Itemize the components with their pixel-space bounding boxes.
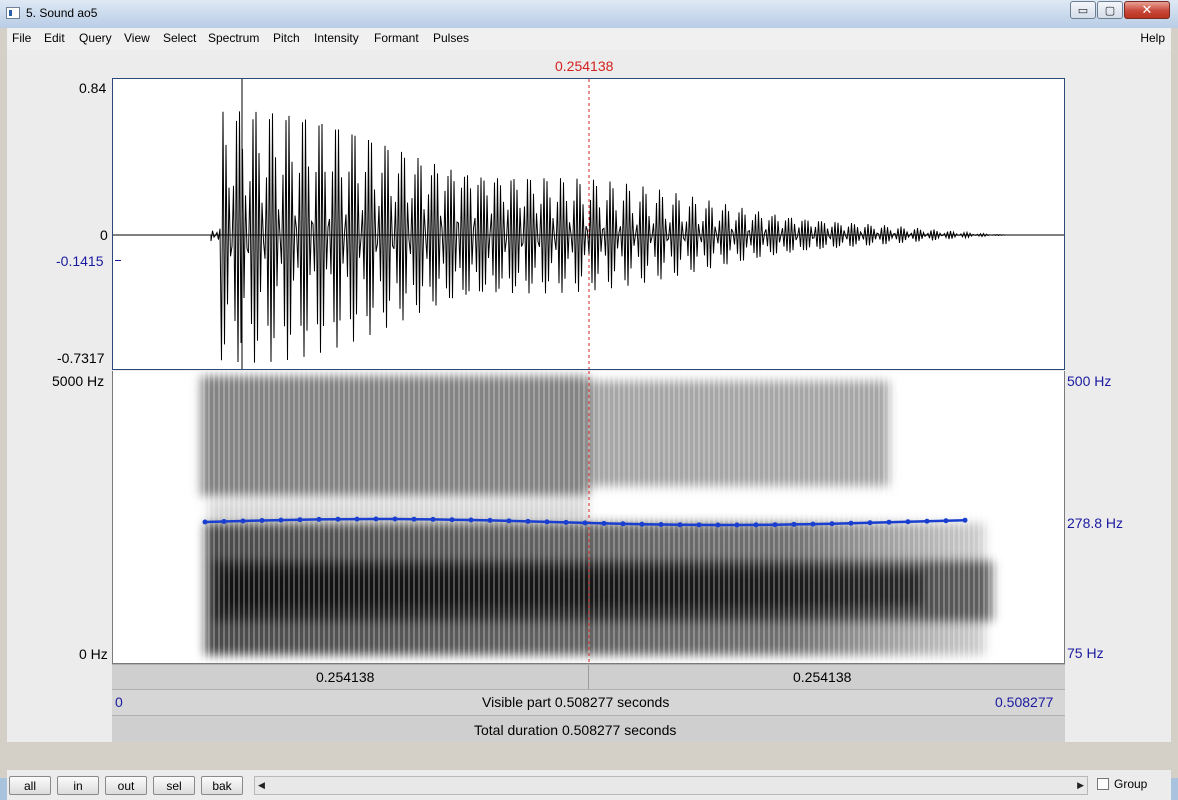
pitch-current-label: 278.8 Hz — [1067, 515, 1124, 531]
wave-cursor-tick — [115, 260, 121, 261]
zoom-out-button[interactable]: out — [105, 776, 147, 795]
pitch-point — [696, 522, 702, 528]
pitch-point — [259, 518, 265, 523]
zoom-in-button[interactable]: in — [57, 776, 99, 795]
left-segment-duration: 0.254138 — [316, 669, 375, 685]
zoom-back-button[interactable]: bak — [201, 776, 243, 795]
pitch-point — [240, 518, 246, 524]
pitch-point — [810, 521, 816, 527]
pitch-point — [544, 519, 550, 525]
visible-part-label: Visible part 0.508277 seconds — [482, 694, 670, 710]
pitch-point — [392, 516, 398, 522]
pitch-point — [202, 519, 208, 525]
wave-ymax-label: 0.84 — [79, 80, 107, 96]
pitch-point — [601, 520, 607, 526]
zoom-sel-button[interactable]: sel — [153, 776, 195, 795]
pitch-point — [582, 520, 588, 526]
segment-bar[interactable]: 0.254138 0.254138 — [112, 664, 1065, 689]
spectrogram-panel[interactable] — [112, 371, 1065, 664]
pitch-point — [506, 518, 512, 524]
pitch-point — [297, 517, 303, 523]
spectrogram-plot — [201, 371, 1021, 663]
visible-part-bar[interactable]: 0 Visible part 0.508277 seconds 0.508277 — [112, 689, 1065, 715]
total-duration-label: Total duration 0.508277 seconds — [474, 722, 677, 738]
editor-area: 0.254138 0.84 0 -0.1415 -0.7317 5000 Hz … — [7, 50, 1171, 742]
group-label: Group — [1114, 777, 1148, 791]
pitch-point — [943, 518, 949, 524]
pitch-bottom-label: 75 Hz — [1067, 645, 1104, 661]
pitch-point — [639, 521, 645, 527]
pitch-point — [563, 519, 569, 525]
visible-start: 0 — [115, 694, 123, 710]
pitch-point — [278, 517, 284, 523]
group-option[interactable]: Group — [1097, 777, 1147, 791]
pitch-point — [430, 516, 436, 522]
waveform-panel[interactable] — [112, 78, 1065, 370]
scroll-left-icon[interactable]: ◀ — [258, 780, 265, 791]
pitch-point — [354, 516, 360, 522]
pitch-point — [791, 521, 797, 527]
pitch-point — [335, 516, 341, 522]
striation-overlay — [201, 371, 1021, 663]
pitch-point — [734, 522, 740, 528]
footer-bar: all in out sel bak ◀ ▶ Group — [7, 770, 1171, 800]
wave-zero-label: 0 — [100, 227, 108, 243]
pitch-point — [316, 516, 322, 522]
pitch-point — [468, 517, 474, 523]
pitch-point — [525, 518, 531, 524]
zoom-all-button[interactable]: all — [9, 776, 51, 795]
pitch-point — [677, 522, 683, 528]
group-checkbox[interactable] — [1097, 778, 1109, 790]
scroll-right-icon[interactable]: ▶ — [1077, 780, 1084, 791]
pitch-point — [905, 519, 911, 525]
wave-cursor-value-label: -0.1415 — [56, 253, 104, 269]
segment-divider — [588, 665, 589, 689]
pitch-top-label: 500 Hz — [1067, 373, 1112, 389]
pitch-point — [487, 517, 493, 523]
wave-ymin-label: -0.7317 — [57, 350, 105, 366]
total-duration-bar[interactable]: Total duration 0.508277 seconds — [112, 715, 1065, 742]
pitch-point — [962, 517, 968, 523]
pitch-point — [867, 520, 873, 526]
pitch-point — [449, 517, 455, 523]
time-scrollbar[interactable]: ◀ ▶ — [254, 776, 1088, 795]
visible-end: 0.508277 — [995, 694, 1054, 710]
cursor-time-label: 0.254138 — [555, 58, 614, 74]
pitch-point — [221, 519, 227, 524]
freq-bottom-label: 0 Hz — [79, 646, 108, 662]
freq-top-label: 5000 Hz — [52, 373, 105, 389]
pitch-point — [753, 522, 759, 528]
pitch-point — [373, 516, 379, 522]
pitch-point — [620, 521, 626, 527]
pitch-point — [848, 520, 854, 526]
right-segment-duration: 0.254138 — [793, 669, 852, 685]
pitch-point — [772, 522, 778, 528]
pitch-point — [658, 522, 664, 527]
pitch-point — [411, 516, 417, 522]
pitch-point — [924, 518, 930, 524]
pitch-point — [886, 519, 892, 525]
pitch-point — [715, 522, 721, 528]
waveform-plot — [113, 79, 1064, 369]
window-frame: File Edit Query View Select Spectrum Pit… — [0, 28, 1178, 800]
pitch-point — [829, 521, 835, 527]
